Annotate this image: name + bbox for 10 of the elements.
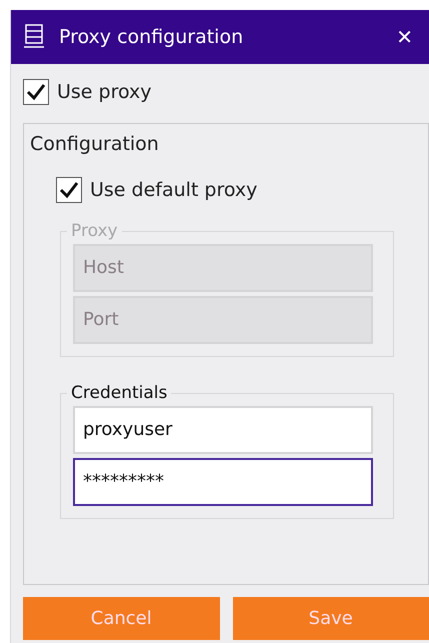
close-button[interactable]: ✕ <box>392 22 417 52</box>
server-icon <box>23 24 45 50</box>
group-title: Configuration <box>29 132 160 156</box>
window-title: Proxy configuration <box>59 24 244 50</box>
input-field[interactable]: proxyuser <box>73 406 373 454</box>
checkbox-label: Use default proxy <box>90 178 258 203</box>
checkbox-label: Use proxy <box>57 80 152 105</box>
use-default-proxy-checkbox[interactable] <box>56 177 82 204</box>
use-proxy-checkbox[interactable] <box>23 79 49 106</box>
input-field[interactable]: ********* <box>73 458 373 506</box>
